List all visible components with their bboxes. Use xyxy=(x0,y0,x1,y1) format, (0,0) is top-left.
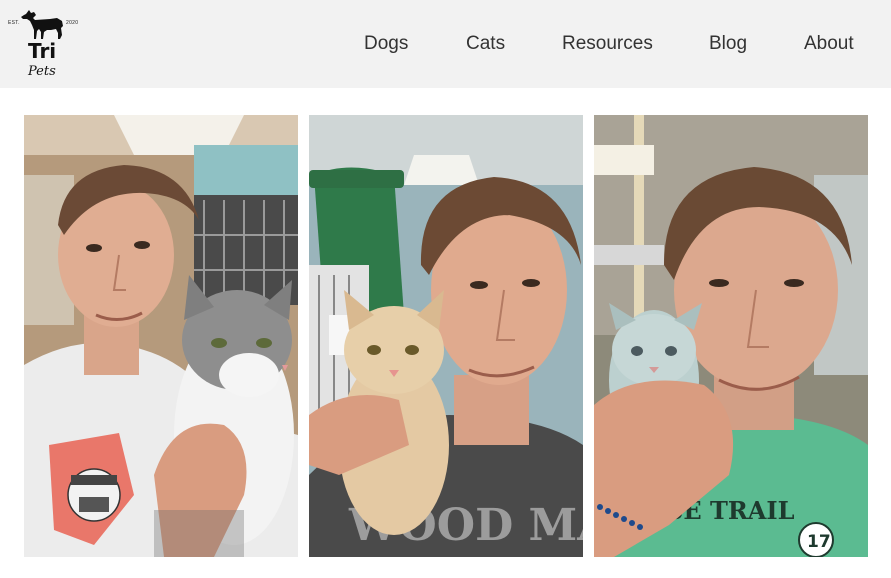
site-header: EST. 2020 Tri Pets Dogs Cats Resources B… xyxy=(0,0,891,88)
nav-link-blog[interactable]: Blog xyxy=(709,32,747,56)
shirt-number-text: 17 xyxy=(807,532,831,552)
gallery-photo-1[interactable] xyxy=(24,115,298,557)
logo-tagline-text: Pets xyxy=(28,64,56,79)
nav-link-cats[interactable]: Cats xyxy=(466,32,505,56)
logo-est-label: EST. xyxy=(8,20,20,26)
gallery-photo-3[interactable]: SE TRAIL 17 xyxy=(594,115,868,557)
nav-link-about[interactable]: About xyxy=(804,32,854,56)
main-nav: Dogs Cats Resources Blog About xyxy=(340,0,880,88)
dog-silhouette-icon xyxy=(21,10,63,39)
site-logo[interactable]: EST. 2020 Tri Pets xyxy=(6,8,80,84)
nav-link-resources[interactable]: Resources xyxy=(562,32,653,56)
gallery-photo-2[interactable]: WOOD MA xyxy=(309,115,583,557)
logo-year-label: 2020 xyxy=(66,20,79,26)
photo-gallery: WOOD MA xyxy=(0,88,891,578)
nav-link-dogs[interactable]: Dogs xyxy=(364,32,408,56)
logo-brand-text: Tri xyxy=(28,39,57,63)
